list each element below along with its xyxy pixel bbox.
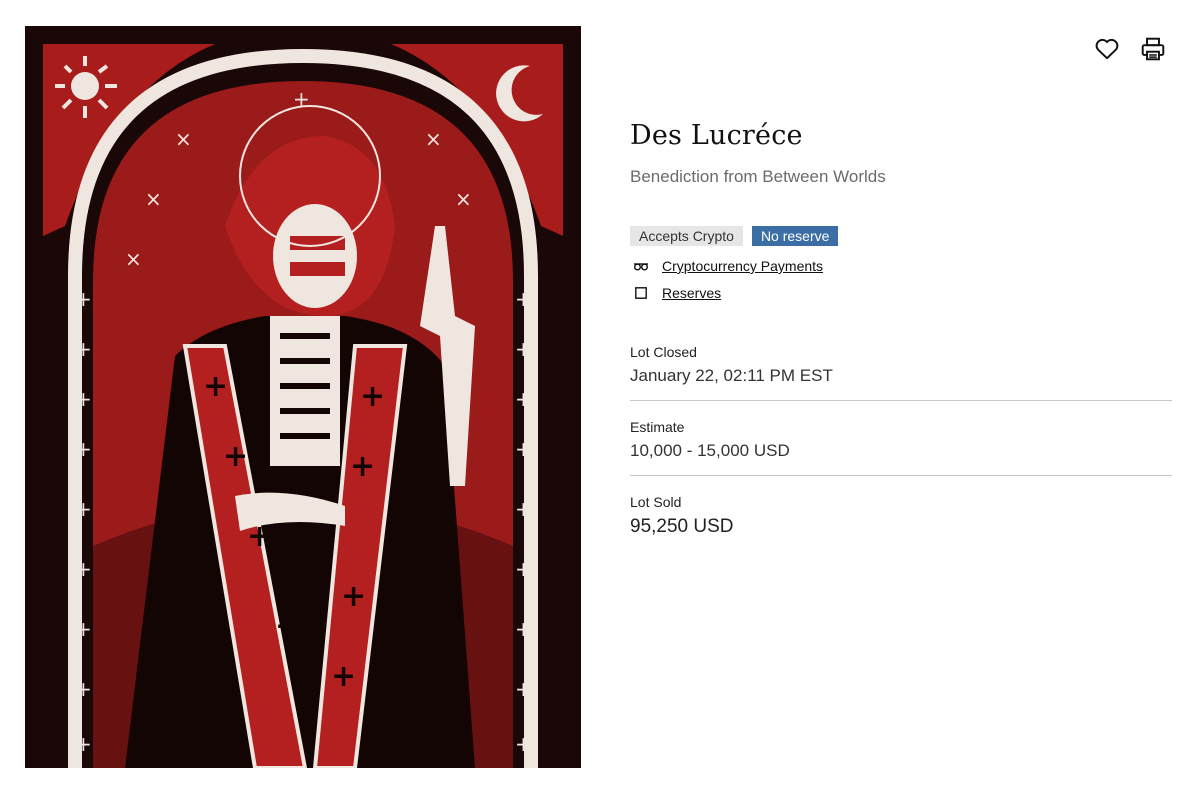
printer-icon[interactable] [1140, 36, 1166, 62]
square-icon [633, 286, 649, 300]
svg-text:+: + [75, 287, 92, 311]
svg-text:+: + [515, 617, 532, 641]
svg-text:+: + [515, 497, 532, 521]
svg-text:+: + [515, 732, 532, 756]
svg-text:+: + [223, 439, 248, 474]
svg-text:×: × [425, 127, 442, 151]
svg-text:+: + [360, 379, 385, 414]
heart-icon[interactable] [1094, 36, 1120, 62]
svg-text:+: + [75, 387, 92, 411]
artist-name: Des Lucréce [630, 120, 803, 151]
estimate-value: 10,000 - 15,000 USD [630, 441, 790, 460]
crypto-payments-row: Cryptocurrency Payments [630, 258, 1172, 274]
svg-text:+: + [515, 337, 532, 361]
svg-text:+: + [341, 579, 366, 614]
svg-text:+: + [75, 557, 92, 581]
estimate-section: Estimate 10,000 - 15,000 USD [630, 401, 1172, 476]
svg-text:+: + [75, 497, 92, 521]
reserves-link[interactable]: Reserves [662, 285, 721, 301]
artwork-title: Benediction from Between Worlds [630, 167, 886, 186]
lot-badges: Accepts Crypto No reserve [630, 226, 1172, 246]
svg-text:×: × [145, 187, 162, 211]
svg-text:+: + [275, 609, 300, 644]
svg-text:+: + [75, 437, 92, 461]
svg-text:×: × [125, 247, 142, 271]
svg-text:+: + [515, 557, 532, 581]
crypto-glasses-icon [633, 259, 649, 273]
lot-status-section: Lot Closed January 22, 02:11 PM EST [630, 326, 1172, 401]
reserves-row: Reserves [630, 285, 1172, 301]
lot-sold-label: Lot Sold [630, 494, 682, 510]
accepts-crypto-badge: Accepts Crypto [630, 226, 743, 246]
cryptocurrency-payments-link[interactable]: Cryptocurrency Payments [662, 258, 823, 274]
lot-info-sections: Lot Closed January 22, 02:11 PM EST Esti… [630, 326, 1172, 552]
lot-actions [1094, 36, 1166, 62]
svg-text:×: × [175, 127, 192, 151]
lot-details: Des Lucréce Benediction from Between Wor… [630, 120, 1172, 552]
svg-text:×: × [455, 187, 472, 211]
svg-text:+: + [331, 659, 356, 694]
svg-text:+: + [203, 369, 228, 404]
svg-text:+: + [515, 437, 532, 461]
lot-status-label: Lot Closed [630, 344, 697, 360]
lot-closed-date: January 22, 02:11 PM EST [630, 366, 833, 385]
estimate-label: Estimate [630, 419, 685, 435]
svg-text:+: + [75, 337, 92, 361]
no-reserve-badge: No reserve [751, 226, 839, 246]
lot-sold-section: Lot Sold 95,250 USD [630, 476, 1172, 552]
svg-text:+: + [515, 677, 532, 701]
artwork-illustration: +++ +++ +++ +++ +++ +++ +× × × ×× +++ +++ … [25, 26, 581, 768]
svg-text:+: + [75, 617, 92, 641]
svg-text:+: + [515, 387, 532, 411]
artwork-image[interactable]: + + + + + + + + + + + + + + + + + + + × × × × × + + + + + + … [25, 26, 581, 768]
svg-text:+: + [75, 677, 92, 701]
svg-text:+: + [350, 449, 375, 484]
lot-sold-price: 95,250 USD [630, 516, 734, 537]
svg-text:+: + [75, 732, 92, 756]
svg-text:+: + [515, 287, 532, 311]
